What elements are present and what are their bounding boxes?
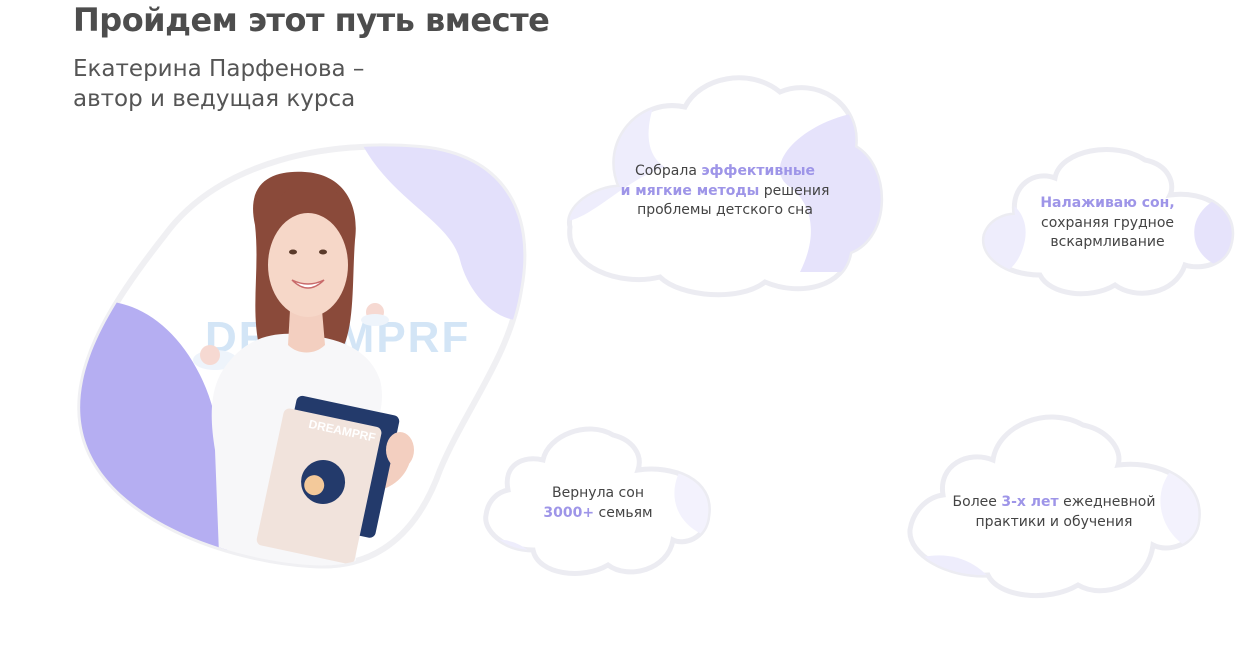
experience-highlight: 3-х лет [1001,494,1059,510]
methods-text-3: проблемы детского сна [637,202,813,218]
cloud-families: Вернула сон 3000+ семьям [478,420,718,585]
cloud-sleep-text: Налаживаю сон, сохраняя грудное вскармли… [975,194,1240,253]
experience-text-1: Более [952,494,1002,510]
cloud-families-text: Вернула сон 3000+ семьям [478,484,718,523]
author-role: автор и ведущая курса [73,86,356,112]
families-text-2: семьям [594,504,653,521]
cloud-experience: Более 3-х лет ежедневной практики и обуч… [898,405,1210,605]
person-face [268,213,348,317]
author-name: Екатерина Парфенова – [73,56,365,82]
cloud-methods-text: Собрала эффективные и мягкие методы реше… [560,162,890,221]
sleep-highlight: Налаживаю сон, [1040,195,1175,211]
sleep-text-3: вскармливание [1050,234,1165,250]
cloud-methods: Собрала эффективные и мягкие методы реше… [560,72,890,298]
experience-text-2: ежедневной [1058,494,1156,510]
families-text-1: Вернула сон [552,485,644,501]
author-photo-block: DREAMPRF [70,140,540,580]
author-subtitle: Екатерина Парфенова – автор и ведущая ку… [73,54,393,114]
cloud-experience-text: Более 3-х лет ежедневной практики и обуч… [898,493,1210,532]
methods-text-2: решения [759,182,830,199]
methods-text-1: Собрала [634,163,702,179]
methods-highlight-2: и мягкие методы [620,182,760,199]
families-highlight: 3000+ [543,504,595,521]
experience-text-3: практики и обучения [975,513,1133,530]
page-title: Пройдем этот путь вместе [73,1,550,39]
cloud-sleep: Налаживаю сон, сохраняя грудное вскармли… [975,140,1240,300]
methods-highlight-1: эффективные [701,163,816,179]
sleep-text-2: сохраняя грудное [1041,214,1174,231]
